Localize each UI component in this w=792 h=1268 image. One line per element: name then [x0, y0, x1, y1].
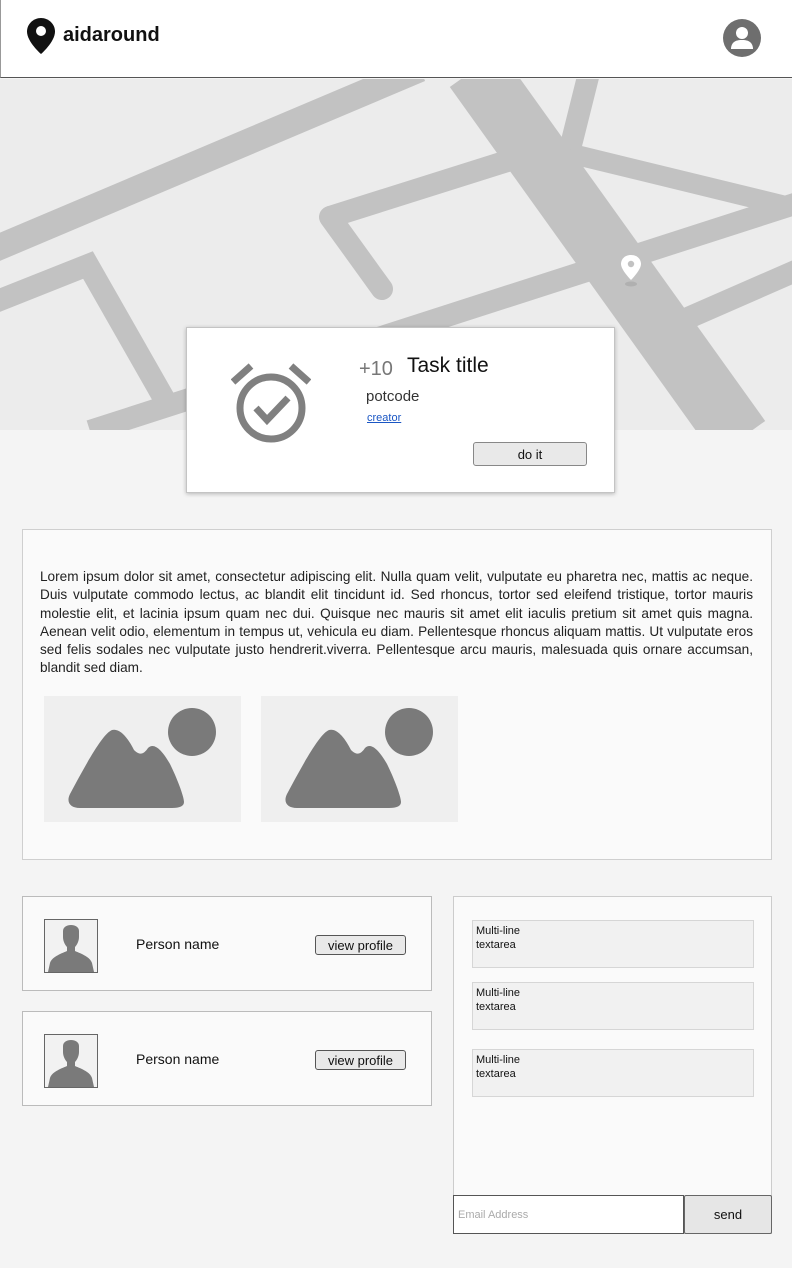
- image-placeholder-icon[interactable]: [44, 696, 241, 822]
- image-placeholder-icon[interactable]: [261, 696, 458, 822]
- avatar: [44, 1034, 98, 1088]
- task-points: +10: [359, 358, 393, 380]
- chat-message[interactable]: Multi-line textarea: [472, 982, 754, 1030]
- map-pin-icon: [27, 18, 55, 54]
- task-potcode: potcode: [366, 388, 420, 405]
- view-profile-button[interactable]: view profile: [315, 935, 406, 955]
- person-card: Person name view profile: [22, 896, 432, 991]
- brand-name[interactable]: aidaround: [63, 24, 160, 47]
- message-line: textarea: [476, 939, 516, 951]
- account-circle-icon[interactable]: [723, 19, 761, 57]
- message-line: textarea: [476, 1001, 516, 1013]
- message-line: textarea: [476, 1068, 516, 1080]
- chat-panel: Multi-line textarea Multi-line textarea …: [453, 896, 772, 1234]
- description-text: Lorem ipsum dolor sit amet, consectetur …: [40, 569, 753, 676]
- message-line: Multi-line: [476, 987, 521, 999]
- alarm-check-icon: [231, 363, 311, 443]
- person-card: Person name view profile: [22, 1011, 432, 1106]
- message-line: Multi-line: [476, 1054, 521, 1066]
- view-profile-button[interactable]: view profile: [315, 1050, 406, 1070]
- task-card: +10 Task title potcode creator do it: [186, 327, 615, 493]
- do-it-button[interactable]: do it: [473, 442, 587, 466]
- send-button[interactable]: send: [684, 1195, 772, 1234]
- creator-link[interactable]: creator: [367, 412, 401, 424]
- task-title: Task title: [407, 354, 489, 377]
- task-description-panel: Lorem ipsum dolor sit amet, consectetur …: [22, 529, 772, 860]
- avatar: [44, 919, 98, 973]
- chat-message[interactable]: Multi-line textarea: [472, 1049, 754, 1097]
- app-header: aidaround: [0, 0, 792, 78]
- chat-message[interactable]: Multi-line textarea: [472, 920, 754, 968]
- person-name: Person name: [136, 936, 220, 952]
- person-name: Person name: [136, 1051, 220, 1067]
- email-field[interactable]: Email Address: [453, 1195, 684, 1234]
- message-line: Multi-line: [476, 925, 521, 937]
